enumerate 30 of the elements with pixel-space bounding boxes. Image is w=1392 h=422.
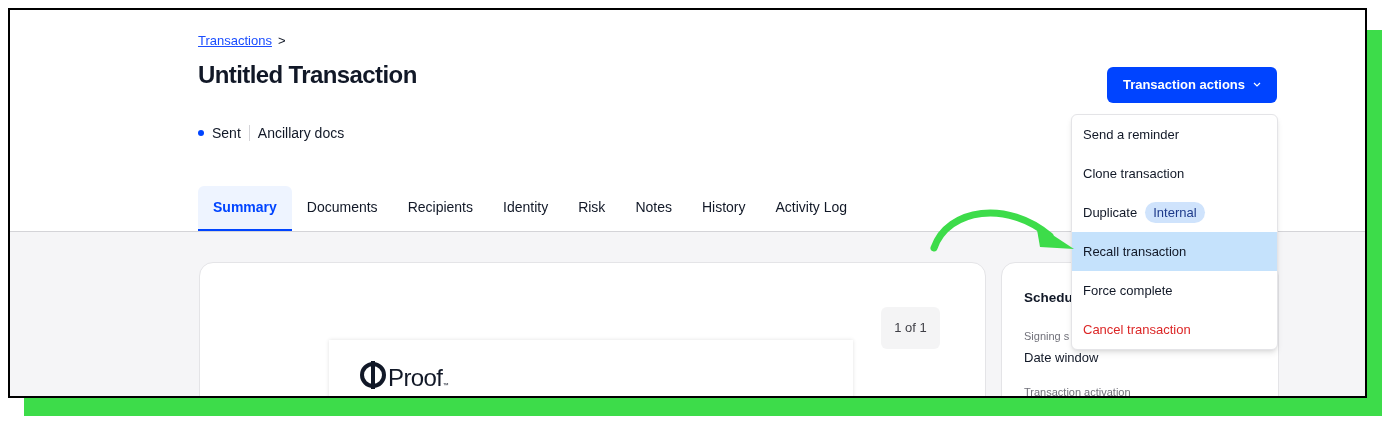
logo-icon <box>360 359 386 390</box>
tab[interactable]: Recipients <box>392 185 488 231</box>
tab[interactable]: History <box>686 185 761 231</box>
card-title: Schedu <box>1024 288 1073 307</box>
menu-item[interactable]: Duplicate Internal <box>1072 193 1277 232</box>
tab[interactable]: Summary <box>198 185 292 231</box>
menu-item-label: Duplicate <box>1083 203 1138 222</box>
tab[interactable]: Identity <box>488 185 564 231</box>
tab[interactable]: Activity Log <box>760 185 863 231</box>
chevron-down-icon <box>1253 82 1261 87</box>
menu-item[interactable]: Cancel transaction <box>1072 310 1277 349</box>
tab[interactable]: Notes <box>620 185 687 231</box>
menu-item[interactable]: Send a reminder <box>1072 115 1277 154</box>
logo-text: Proof <box>388 365 443 390</box>
tab[interactable]: Documents <box>291 185 393 231</box>
breadcrumb-link[interactable]: Transactions <box>198 31 272 51</box>
internal-badge: Internal <box>1145 201 1205 224</box>
menu-item[interactable]: Force complete <box>1072 271 1277 310</box>
tab[interactable]: Risk <box>563 185 621 231</box>
transaction-actions-button[interactable]: Transaction actions <box>1106 66 1277 103</box>
status-tag: Ancillary docs <box>257 122 345 144</box>
page-indicator: 1 of 1 <box>881 306 940 349</box>
page-title: Untitled Transaction <box>198 59 417 90</box>
field-label: Signing s <box>1024 328 1070 344</box>
menu-item[interactable]: Recall transaction <box>1072 232 1277 271</box>
breadcrumb-separator: > <box>277 32 286 50</box>
field-label: Transaction activation <box>1024 384 1131 396</box>
status-label: Sent <box>212 123 241 143</box>
field-value: Date window <box>1024 349 1099 368</box>
menu-item[interactable]: Clone transaction <box>1072 154 1277 193</box>
